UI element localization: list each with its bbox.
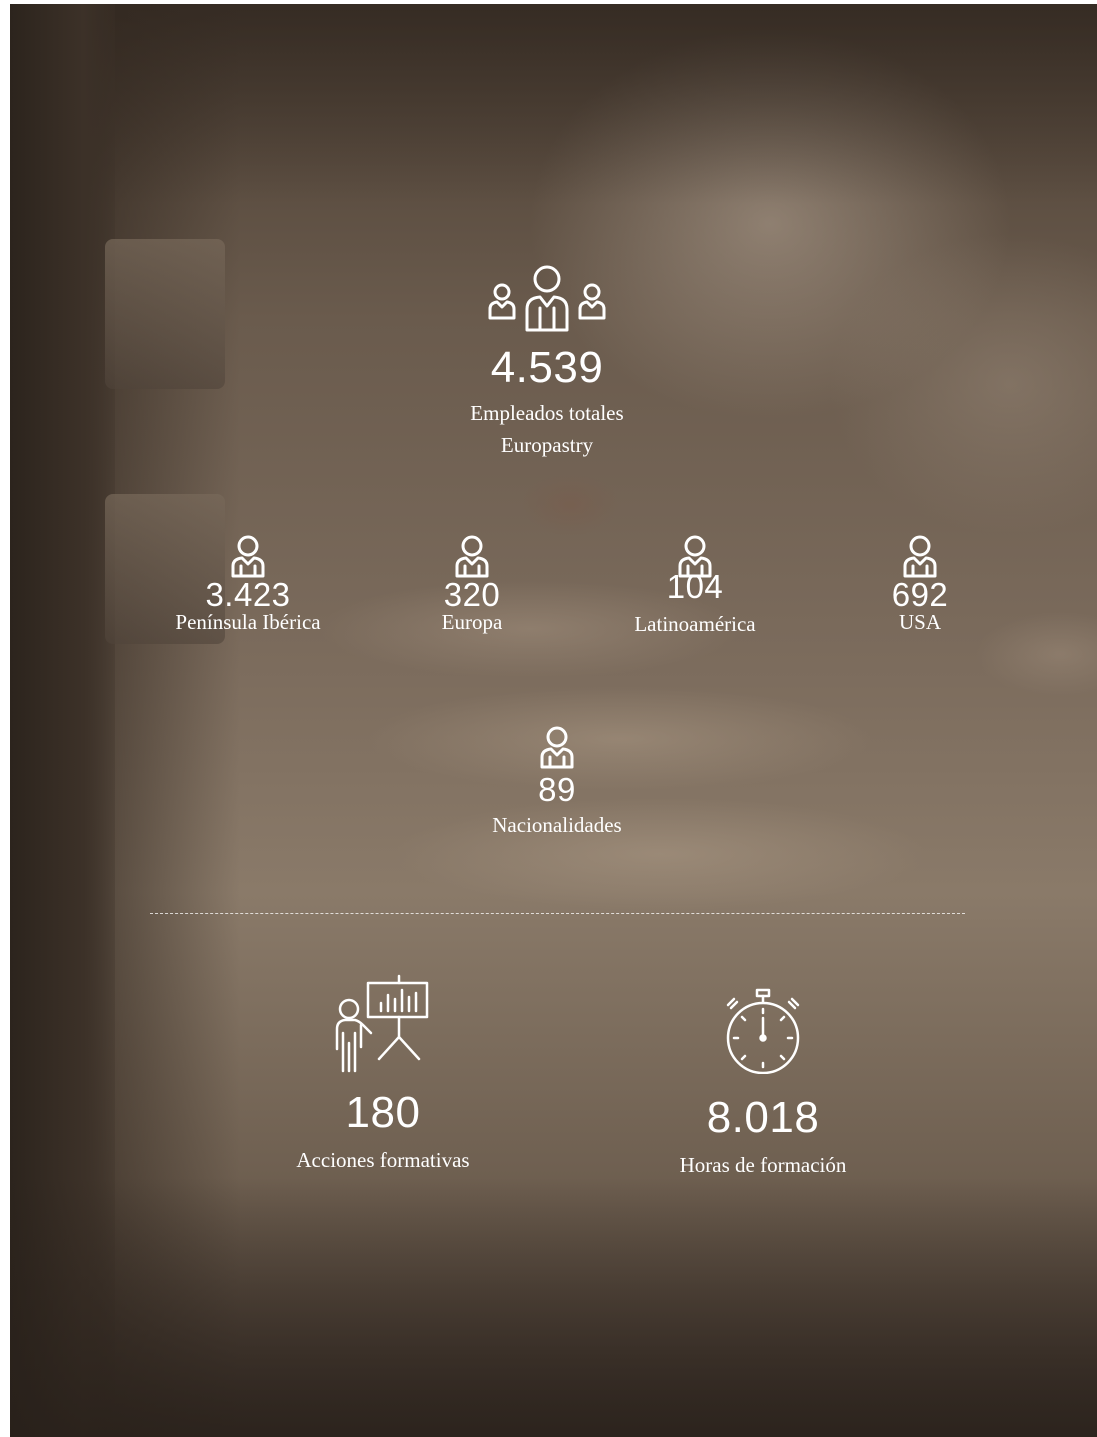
total-employees-label: Empleados totales Europastry — [407, 398, 687, 461]
person-icon — [231, 535, 265, 578]
region-stat-europa: 320 Europa — [402, 534, 542, 634]
nationalities-stat: 89 Nacionalidades — [447, 725, 667, 837]
total-employees-label-line1: Empleados totales — [470, 401, 624, 425]
total-employees-value: 4.539 — [490, 343, 604, 392]
region-value: 692 — [891, 576, 949, 613]
background-photo — [10, 4, 1097, 1437]
region-stat-peninsula-iberica: 3.423 Península Ibérica — [138, 534, 358, 634]
photo-shade-bottom — [10, 1177, 1097, 1437]
person-icon — [903, 535, 937, 578]
region-label: USA — [898, 610, 941, 634]
group-people-icon — [488, 265, 606, 332]
region-stat-usa: 692 USA — [850, 534, 990, 634]
total-employees-label-line2: Europastry — [500, 432, 594, 457]
training-actions-stat: 180 Acciones formativas — [263, 973, 503, 1177]
region-value: 320 — [443, 576, 501, 613]
region-value: 104 — [666, 568, 724, 605]
presentation-board-icon — [335, 974, 429, 1073]
training-actions-label: Acciones formativas — [296, 1148, 470, 1172]
person-icon — [540, 726, 574, 769]
region-stat-latinoamerica: 104 Latinoamérica — [600, 534, 790, 636]
nationalities-value: 89 — [538, 771, 576, 808]
total-employees-stat: 4.539 Empleados totales Europastry — [407, 262, 687, 461]
training-hours-label: Horas de formación — [679, 1153, 847, 1177]
training-hours-value: 8.018 — [706, 1093, 820, 1142]
photo-shelf — [105, 239, 225, 389]
dashed-divider — [150, 913, 965, 914]
region-label: Latinoamérica — [634, 612, 756, 636]
region-value: 3.423 — [205, 576, 291, 613]
training-actions-value: 180 — [345, 1088, 421, 1137]
nationalities-label: Nacionalidades — [492, 813, 622, 837]
training-hours-stat: 8.018 Horas de formación — [643, 988, 883, 1182]
region-label: Península Ibérica — [175, 610, 321, 634]
region-label: Europa — [441, 610, 503, 634]
person-icon — [455, 535, 489, 578]
stopwatch-icon — [726, 988, 800, 1074]
